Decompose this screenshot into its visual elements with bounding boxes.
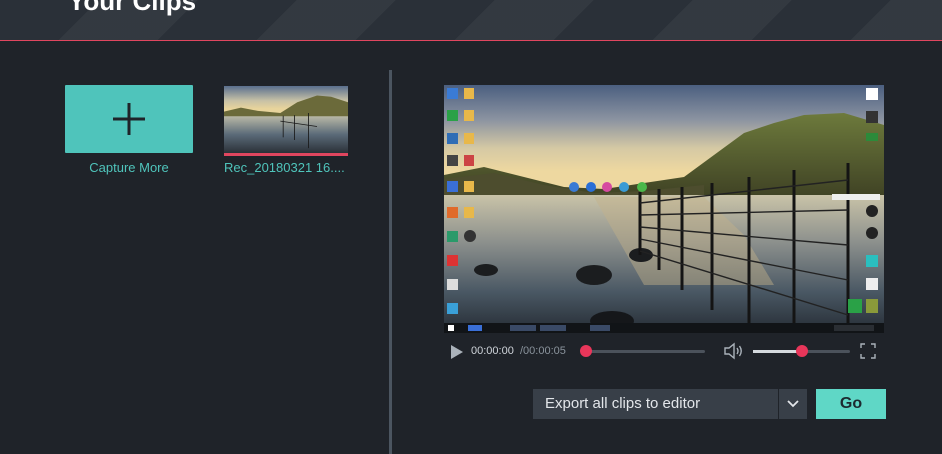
capture-more-button[interactable]: [65, 85, 193, 153]
export-dropdown-button[interactable]: [779, 389, 807, 419]
header-bar: Your Clips: [0, 0, 942, 41]
video-preview[interactable]: [444, 85, 884, 333]
seek-track[interactable]: [585, 350, 705, 353]
volume-fill: [753, 350, 802, 353]
go-button[interactable]: Go: [816, 389, 886, 419]
clip-thumbnail[interactable]: [224, 86, 348, 153]
seek-knob[interactable]: [580, 345, 592, 357]
volume-icon[interactable]: [723, 342, 745, 360]
capture-more-label: Capture More: [89, 160, 169, 175]
clip-thumbnail-image: [224, 86, 348, 153]
preview-frame: [444, 85, 884, 333]
chevron-down-icon: [787, 400, 799, 408]
player-controls: 00:00:00 /00:00:05: [444, 338, 884, 364]
duration: /00:00:05: [520, 345, 566, 357]
panel-divider: [389, 70, 392, 454]
clip-name: Rec_20180321 16....: [224, 160, 345, 175]
play-icon[interactable]: [450, 344, 464, 360]
plus-icon: [113, 103, 145, 135]
current-time: 00:00:00: [471, 345, 514, 357]
page-title: Your Clips: [68, 0, 197, 16]
fullscreen-icon[interactable]: [860, 343, 876, 359]
volume-knob[interactable]: [795, 345, 808, 357]
export-option-select[interactable]: Export all clips to editor: [533, 389, 778, 419]
clip-selection-bar: [224, 153, 348, 156]
